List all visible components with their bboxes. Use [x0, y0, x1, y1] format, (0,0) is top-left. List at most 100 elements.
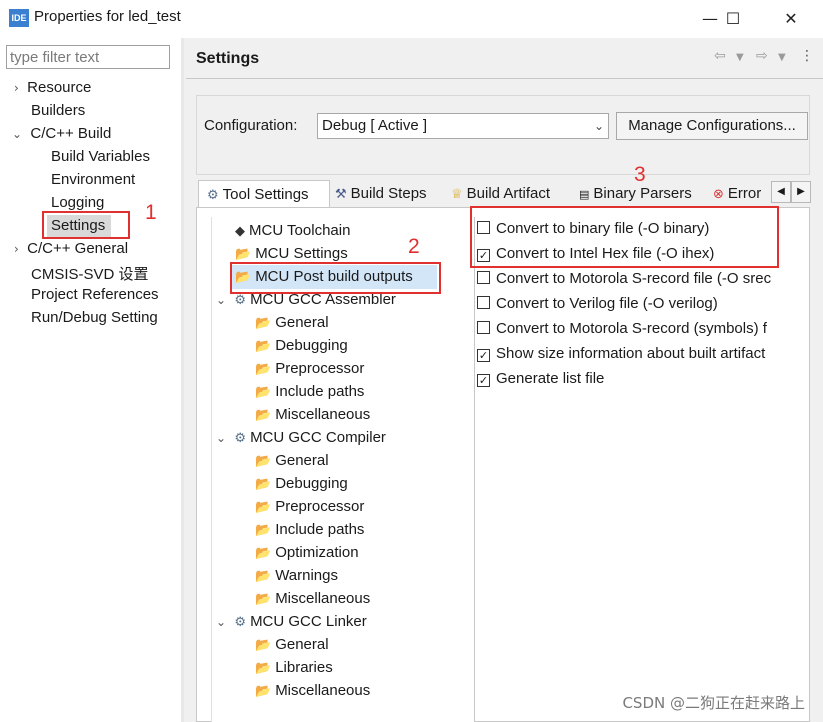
forward-dropdown-icon[interactable]: ▼ — [778, 52, 786, 63]
option-label: Show size information about built artifa… — [496, 345, 766, 362]
tree-label: Preprocessor — [275, 360, 365, 377]
tree-item-gcc-linker[interactable]: ⌄ ⚙ MCU GCC Linker — [216, 613, 367, 630]
error-icon: ⊗ — [713, 187, 724, 202]
tree-item-asm-preprocessor[interactable]: 📂 Preprocessor — [255, 360, 364, 377]
nav-item-environment[interactable]: Environment — [51, 171, 135, 188]
folder-icon: 📂 — [255, 339, 272, 354]
tree-label: Miscellaneous — [275, 406, 371, 423]
chevron-down-icon[interactable]: ⌄ — [216, 431, 226, 445]
nav-item-cpp-build[interactable]: ⌄ C/C++ Build — [12, 125, 111, 142]
tree-item-ld-miscellaneous[interactable]: 📂 Miscellaneous — [255, 682, 370, 699]
manage-configurations-button[interactable]: Manage Configurations... — [616, 112, 808, 140]
tree-item-cc-debugging[interactable]: 📂 Debugging — [255, 475, 348, 492]
nav-item-run-debug[interactable]: Run/Debug Setting — [31, 309, 158, 326]
tree-label: Preprocessor — [275, 498, 365, 515]
tree-item-cc-preprocessor[interactable]: 📂 Preprocessor — [255, 498, 364, 515]
forward-arrow-icon[interactable]: ⇨ — [756, 48, 768, 64]
tab-tool-settings[interactable]: ⚙ Tool Settings — [198, 180, 330, 207]
nav-item-logging[interactable]: Logging — [51, 194, 104, 211]
tab-label: Error — [727, 185, 762, 202]
option-row[interactable]: Convert to Motorola S-record (symbols) f — [477, 320, 767, 337]
folder-icon: 📂 — [255, 362, 272, 377]
tree-item-cc-warnings[interactable]: 📂 Warnings — [255, 567, 338, 584]
folder-icon: 📂 — [255, 477, 272, 492]
tree-item-asm-general[interactable]: 📂 General — [255, 314, 329, 331]
tree-item-ld-general[interactable]: 📂 General — [255, 636, 329, 653]
folder-icon: 📂 — [255, 684, 272, 699]
window-title: Properties for led_test — [34, 8, 181, 25]
tab-scroll-right-button[interactable]: ▶ — [791, 181, 811, 203]
option-row[interactable]: ✓ Show size information about built artif… — [477, 345, 765, 362]
tab-build-artifact[interactable]: ♕ Build Artifact — [451, 180, 550, 207]
nav-label: C/C++ Build — [30, 125, 112, 142]
tree-item-cc-optimization[interactable]: 📂 Optimization — [255, 544, 359, 561]
nav-item-resource[interactable]: › Resource — [14, 79, 91, 96]
nav-item-cmsis-svd[interactable]: CMSIS-SVD 设置 — [31, 263, 149, 284]
tree-item-cc-miscellaneous[interactable]: 📂 Miscellaneous — [255, 590, 370, 607]
tree-item-mcu-settings[interactable]: 📂 MCU Settings — [235, 245, 348, 262]
chevron-right-icon[interactable]: › — [14, 242, 19, 256]
tab-label: Build Steps — [350, 185, 427, 202]
nav-item-project-references[interactable]: Project References — [31, 286, 159, 303]
chevron-right-icon[interactable]: › — [14, 81, 19, 95]
option-label: Generate list file — [496, 370, 605, 387]
gear-icon: ⚙ — [207, 188, 219, 203]
chevron-down-icon[interactable]: ⌄ — [216, 293, 226, 307]
tree-label: Include paths — [275, 521, 365, 538]
tree-item-ld-libraries[interactable]: 📂 Libraries — [255, 659, 333, 676]
folder-icon: 📂 — [255, 454, 272, 469]
back-arrow-icon[interactable]: ⇦ — [714, 48, 726, 64]
tree-item-asm-include-paths[interactable]: 📂 Include paths — [255, 383, 364, 400]
filter-input[interactable]: type filter text — [6, 45, 170, 69]
checkbox-unchecked[interactable] — [477, 271, 490, 284]
annotation-number-1: 1 — [145, 201, 157, 224]
chevron-down-icon[interactable]: ⌄ — [12, 127, 22, 141]
tree-item-mcu-toolchain[interactable]: ◆ MCU Toolchain — [235, 222, 350, 239]
checkbox-unchecked[interactable] — [477, 296, 490, 309]
gear-icon: ⚙ — [234, 431, 247, 446]
tree-item-asm-debugging[interactable]: 📂 Debugging — [255, 337, 348, 354]
nav-item-build-variables[interactable]: Build Variables — [51, 148, 150, 165]
tree-label: Debugging — [275, 475, 348, 492]
checkbox-checked[interactable]: ✓ — [477, 374, 490, 387]
tree-label: MCU Settings — [255, 245, 348, 262]
chip-icon: ◆ — [235, 224, 245, 239]
tab-scroll-left-button[interactable]: ◀ — [771, 181, 791, 203]
checkbox-checked[interactable]: ✓ — [477, 349, 490, 362]
tree-label: General — [275, 636, 329, 653]
tab-build-steps[interactable]: ⚒ Build Steps — [335, 180, 427, 207]
tab-label: Binary Parsers — [593, 185, 692, 202]
maximize-button[interactable]: ☐ — [711, 6, 755, 32]
folder-icon: 📂 — [255, 316, 272, 331]
more-menu-icon[interactable]: ⋮ — [800, 48, 814, 64]
nav-label: C/C++ General — [27, 240, 129, 257]
tree-item-asm-miscellaneous[interactable]: 📂 Miscellaneous — [255, 406, 370, 423]
tab-error[interactable]: ⊗ Error — [713, 180, 771, 207]
tree-label: MCU GCC Linker — [250, 613, 367, 630]
nav-item-cpp-general[interactable]: › C/C++ General — [14, 240, 128, 257]
chevron-down-icon: ⌄ — [593, 119, 604, 133]
option-label: Convert to Motorola S-record file (-O sr… — [496, 270, 772, 287]
configuration-value: Debug [ Active ] — [322, 117, 428, 134]
tree-item-cc-general[interactable]: 📂 General — [255, 452, 329, 469]
tree-item-gcc-compiler[interactable]: ⌄ ⚙ MCU GCC Compiler — [216, 429, 386, 446]
nav-item-builders[interactable]: Builders — [31, 102, 85, 119]
option-row[interactable]: Convert to Verilog file (-O verilog) — [477, 295, 718, 312]
annotation-box-3 — [470, 206, 779, 268]
folder-icon: 📂 — [255, 592, 272, 607]
folder-icon: 📂 — [255, 546, 272, 561]
option-row[interactable]: ✓ Generate list file — [477, 370, 604, 387]
back-dropdown-icon[interactable]: ▼ — [736, 52, 744, 63]
option-row[interactable]: Convert to Motorola S-record file (-O sr… — [477, 270, 771, 287]
folder-icon: 📂 — [255, 661, 272, 676]
checkbox-unchecked[interactable] — [477, 321, 490, 334]
annotation-box-2 — [230, 262, 441, 294]
tree-label: Miscellaneous — [275, 682, 371, 699]
tab-label: Build Artifact — [466, 185, 551, 202]
tree-item-cc-include-paths[interactable]: 📂 Include paths — [255, 521, 364, 538]
tree-label: Optimization — [275, 544, 359, 561]
tree-label: MCU Toolchain — [249, 222, 351, 239]
chevron-down-icon[interactable]: ⌄ — [216, 615, 226, 629]
close-button[interactable]: ✕ — [769, 6, 813, 32]
configuration-select[interactable]: Debug [ Active ] ⌄ — [317, 113, 609, 139]
